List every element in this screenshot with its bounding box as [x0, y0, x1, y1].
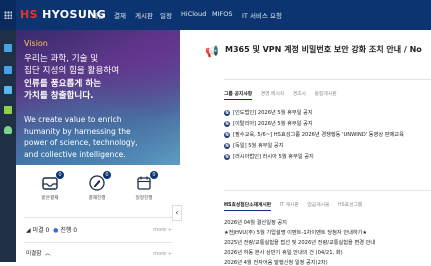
pending-icon: ◢	[26, 227, 31, 234]
board-box: HS효성첨단소재게시판 IT 게시판 업금게시물 HS효성그룹 2026년 04…	[224, 190, 431, 266]
nav-board[interactable]: 게시판	[135, 10, 153, 20]
vision-panel: Vision 우리는 과학, 기술 및 집단 지성의 힘을 활용하여 인류를 풍…	[16, 30, 180, 165]
board-item[interactable]: 2026년 04월 결산일정 공지	[224, 219, 287, 226]
notice-item[interactable]: N [인도법인] 2026년 5월 휴무일 공지	[224, 109, 313, 116]
vision-en-line: humanity by harnessing the	[24, 126, 131, 136]
chevron-up-icon[interactable]: ︿	[43, 251, 51, 257]
notice-icon: N	[224, 109, 230, 116]
board-item[interactable]: 2026년 4월 전자어음 발행신청 일정 공지(2차)	[224, 259, 328, 266]
inbox-icon: 0	[41, 171, 64, 191]
notice-item[interactable]: N [필수교육, 5/6~] HS효성그룹 2026년 경쟁행동 'UNWIND'…	[224, 131, 404, 138]
nav-mifos[interactable]: MIFOS	[212, 10, 233, 18]
board-item[interactable]: ★전JHVU(주) 5월 기업설명 이벤트-1차이벤트 당첨자 안내하기★	[224, 229, 367, 236]
notice-item[interactable]: N [이탈리아] 2026년 5월 휴무일 공지	[224, 120, 313, 127]
calendar-icon: 0	[135, 171, 158, 191]
progress-icon: ●	[53, 227, 59, 234]
vision-en-text: We create value to enrich humanity by ha…	[24, 114, 180, 160]
notice-text: [필수교육, 5/6~] HS효성그룹 2026년 경쟁행동 'UNWIND' …	[233, 132, 404, 138]
vision-en-line: We create value to enrich	[24, 115, 122, 124]
megaphone-icon: 📢	[205, 45, 219, 58]
nav-approval[interactable]: 결재	[114, 10, 126, 20]
notice-text: [독일] 5월 휴무일 공지	[233, 143, 284, 149]
notice-item[interactable]: N [독일] 5월 휴무일 공지	[224, 142, 283, 149]
schedule-progress[interactable]: 0 일정진행	[124, 171, 164, 201]
vision-ko-line: 인류를 풍요롭게 하는	[24, 79, 102, 89]
approval-card: 0 받은결재 0 결재진행 0 일정진행 ◢ 미결 0 ● 진행 0 more …	[16, 165, 180, 262]
banner-text: M365 및 VPN 계정 비밀번호 보안 강화 조치 안내 / No	[225, 45, 422, 54]
notice-icon: N	[224, 131, 230, 138]
tab-hs-group[interactable]: HS효성그룹	[338, 201, 362, 208]
tab-work-board[interactable]: 업금게시물	[307, 201, 329, 208]
edit-rail-icon[interactable]	[4, 106, 12, 114]
tab-management-message[interactable]: 경영 메시지	[261, 90, 285, 97]
progress-text: 진행 0	[60, 227, 78, 234]
in-progress-approval[interactable]: 0 결재진행	[77, 171, 117, 201]
notice-text: [이탈리아] 2026년 5월 휴무일 공지	[233, 121, 313, 127]
divider	[24, 217, 172, 218]
app-grid-icon[interactable]	[0, 0, 16, 30]
pending-count[interactable]: ◢ 미결 0 ● 진행 0	[26, 225, 77, 234]
nav-hicloud[interactable]: HiCloud	[181, 10, 206, 18]
divider	[24, 242, 172, 243]
pending-box-label: 미결함	[26, 251, 42, 257]
notice-text: [러시아법인] 러시아 5월 휴무일 공지	[233, 154, 314, 160]
board-item[interactable]: 2025년 전량/교통실험을 접선 및 2026년 전량/교통실험을 변경 안내	[224, 239, 375, 246]
vision-ko-line: 가치를 창출합니다.	[24, 91, 94, 101]
document-rail-icon[interactable]	[4, 86, 12, 94]
pending-text: 미결 0	[32, 227, 50, 234]
notice-icon: N	[224, 120, 230, 127]
mail-rail-icon[interactable]	[4, 44, 12, 52]
main-panel: 📢 M365 및 VPN 계정 비밀번호 보안 강화 조치 안내 / No 그룹…	[187, 30, 431, 266]
notice-icon: N	[224, 153, 230, 160]
announcement-banner[interactable]: 📢 M365 및 VPN 계정 비밀번호 보안 강화 조치 안내 / No	[187, 30, 431, 73]
tab-integrated-board[interactable]: 통합게시판	[315, 90, 337, 97]
tab-hs-advanced-materials[interactable]: HS효성첨단소재게시판	[224, 201, 272, 211]
notice-item[interactable]: N [러시아법인] 러시아 5월 휴무일 공지	[224, 153, 314, 160]
left-rail	[0, 30, 16, 262]
tab-family-events[interactable]: 경조사	[293, 90, 306, 97]
notice-icon: N	[224, 142, 230, 149]
received-approval[interactable]: 0 받은결재	[30, 171, 70, 201]
nav-schedule[interactable]: 일정	[160, 10, 172, 20]
notice-box: 그룹 공지사항 경영 메시지 경조사 통합게시판 N [인도법인] 2026년 5…	[224, 79, 431, 174]
tab-it-board[interactable]: IT 게시판	[280, 201, 299, 208]
pen-icon: 0	[88, 171, 111, 191]
collapse-panel-button[interactable]: ‹	[172, 205, 182, 221]
pending-box[interactable]: 미결함 ︿	[26, 249, 51, 257]
approval-rail-icon[interactable]	[4, 66, 12, 74]
vision-ko-line: 우리는 과학, 기술 및	[24, 54, 99, 64]
nav-it-service[interactable]: IT 서비스 요청	[242, 10, 282, 20]
vision-en-line: and collective intelligence.	[24, 149, 126, 159]
notice-text: [인도법인] 2026년 5월 휴무일 공지	[233, 110, 313, 116]
vision-ko-line: 집단 지성의 힘을 활용하여	[24, 66, 120, 76]
notice-tabs: 그룹 공지사항 경영 메시지 경조사 통합게시판	[224, 90, 344, 100]
more-link-2[interactable]: more +	[153, 251, 172, 257]
board-tabs: HS효성첨단소재게시판 IT 게시판 업금게시물 HS효성그룹	[224, 201, 369, 211]
vision-en-line: power of science, technology,	[24, 138, 138, 148]
board-item[interactable]: 2026년 하동 본사 상반기 휴일 안내의 건 (04/21, 화)	[224, 249, 343, 256]
alert-rail-icon[interactable]	[4, 126, 12, 134]
tab-group-notice[interactable]: 그룹 공지사항	[224, 90, 253, 100]
vision-tag: Vision	[24, 39, 48, 48]
top-bar: HS HYOSUNG 메일 결재 게시판 일정 HiCloud MIFOS IT…	[0, 0, 431, 30]
nav-mail[interactable]: 메일	[92, 10, 104, 20]
more-link[interactable]: more +	[153, 227, 172, 233]
